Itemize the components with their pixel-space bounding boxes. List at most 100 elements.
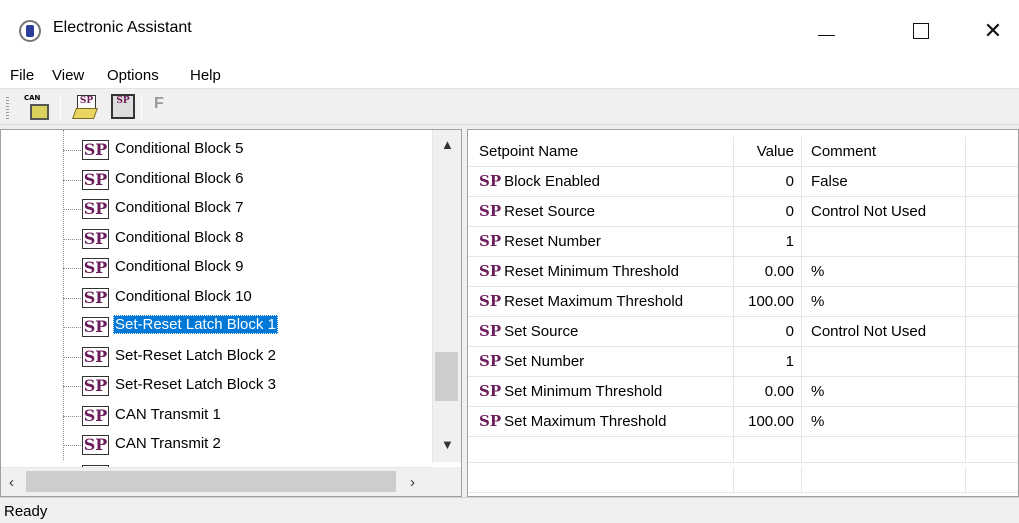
- setpoint-value-cell[interactable]: 0: [734, 317, 802, 347]
- setpoint-tree[interactable]: SP Conditional Block 5 SP Conditional Block…: [0, 129, 462, 497]
- tree-item-label: Set-Reset Latch Block 3: [115, 376, 276, 393]
- menu-bar: File View Options Help: [0, 62, 1019, 89]
- setpoint-value-cell[interactable]: 1: [734, 347, 802, 377]
- setpoint-name-cell: SP Set Number: [468, 347, 734, 377]
- menu-help[interactable]: Help: [190, 67, 221, 84]
- tree-item-label: Conditional Block 5: [115, 140, 244, 157]
- tree-item[interactable]: SP CAN Transmit 1: [63, 402, 413, 430]
- setpoint-row[interactable]: SP Block Enabled 0 False: [468, 167, 1018, 197]
- setpoint-icon: SP: [479, 352, 502, 370]
- setpoint-value-cell[interactable]: 0: [734, 167, 802, 197]
- scroll-down-icon[interactable]: ▼: [441, 437, 454, 452]
- can-connect-icon[interactable]: [24, 94, 49, 120]
- setpoint-row[interactable]: SP Set Number 1: [468, 347, 1018, 377]
- scroll-right-icon[interactable]: ›: [410, 474, 415, 491]
- flash-icon[interactable]: F: [154, 95, 179, 120]
- menu-options[interactable]: Options: [107, 67, 159, 84]
- tree-branch-connector: [63, 327, 81, 328]
- tree-item[interactable]: SP Set-Reset Latch Block 1: [63, 313, 413, 341]
- empty-cell: [468, 437, 734, 463]
- scroll-up-icon[interactable]: ▲: [441, 137, 454, 152]
- value-header[interactable]: Value: [734, 137, 802, 167]
- close-button[interactable]: ✕: [970, 8, 1016, 54]
- setpoint-name: Set Minimum Threshold: [504, 383, 663, 400]
- menu-file[interactable]: File: [10, 67, 34, 84]
- setpoint-icon: SP: [82, 346, 109, 367]
- tree-item-label: CAN Transmit 1: [115, 405, 221, 423]
- empty-cell: [966, 287, 1018, 317]
- empty-cell: [734, 437, 802, 463]
- empty-grid-row: [468, 467, 1018, 496]
- minimize-button[interactable]: [803, 8, 849, 54]
- tree-item[interactable]: SP Set-Reset Latch Block 2: [63, 343, 413, 371]
- setpoint-comment-cell: False: [802, 167, 966, 197]
- toolbar: F: [0, 89, 1019, 125]
- setpoint-icon: SP: [479, 262, 502, 280]
- tree-branch-connector: [63, 238, 81, 240]
- vertical-scroll-thumb[interactable]: [435, 352, 458, 401]
- setpoint-row[interactable]: SP Reset Minimum Threshold 0.00%: [468, 257, 1018, 287]
- setpoint-comment-cell: %: [802, 287, 966, 317]
- tree-item[interactable]: SP Conditional Block 7: [63, 195, 413, 223]
- tree-item[interactable]: SP Conditional Block 6: [63, 166, 413, 194]
- comment-header[interactable]: Comment: [802, 137, 966, 167]
- empty-cell: [966, 377, 1018, 407]
- setpoint-value-cell[interactable]: 100.00: [734, 287, 802, 317]
- setpoint-name-cell: SP Set Source: [468, 317, 734, 347]
- empty-cell: [966, 257, 1018, 287]
- empty-cell: [966, 347, 1018, 377]
- tree-item[interactable]: SP Set-Reset Latch Block 3: [63, 372, 413, 400]
- tree-vertical-scrollbar[interactable]: ▲ ▼: [432, 130, 461, 462]
- menu-view[interactable]: View: [52, 67, 84, 84]
- open-setpoint-icon[interactable]: [73, 94, 98, 119]
- save-setpoint-icon[interactable]: [108, 94, 135, 119]
- setpoint-icon: SP: [82, 140, 109, 160]
- setpoint-value-cell[interactable]: 1: [734, 227, 802, 257]
- setpoint-row[interactable]: SP Reset Source 0 Control Not Used: [468, 197, 1018, 227]
- tree-item-label: CAN Transmit 2: [115, 435, 221, 452]
- setpoint-icon: SP: [479, 292, 502, 310]
- setpoint-name: Set Maximum Threshold: [504, 413, 667, 430]
- empty-cell: [966, 227, 1018, 257]
- setpoint-row[interactable]: SP Reset Maximum Threshold 100.00%: [468, 287, 1018, 317]
- setpoint-comment-cell: [802, 227, 966, 257]
- setpoint-icon: SP: [479, 232, 502, 250]
- tree-item[interactable]: SP CAN Transmit 2: [63, 431, 413, 459]
- tree-item-label: Conditional Block 8: [115, 228, 244, 246]
- setpoint-comment-cell: Control Not Used: [802, 197, 966, 227]
- setpoint-name-cell: SP Set Maximum Threshold: [468, 407, 734, 437]
- grid-header: Setpoint Name Value Comment: [468, 137, 1018, 167]
- window-title: Electronic Assistant: [53, 19, 192, 36]
- scroll-left-icon[interactable]: ‹: [9, 474, 14, 491]
- toolbar-grip[interactable]: [6, 97, 9, 119]
- setpoint-row[interactable]: SP Set Minimum Threshold 0.00%: [468, 377, 1018, 407]
- title-bar: Electronic Assistant ✕: [0, 0, 1019, 62]
- tree-branch-connector: [63, 386, 81, 387]
- setpoint-name-cell: SP Set Minimum Threshold: [468, 377, 734, 407]
- maximize-button[interactable]: [898, 8, 944, 54]
- setpoint-icon: SP: [479, 202, 502, 220]
- tree-item[interactable]: SP Conditional Block 10: [63, 284, 413, 312]
- setpoint-row[interactable]: SP Set Maximum Threshold 100.00%: [468, 407, 1018, 437]
- empty-cell: [734, 467, 802, 493]
- setpoint-grid[interactable]: Setpoint Name Value Comment SP Block Enab…: [467, 129, 1019, 497]
- setpoint-value-cell[interactable]: 0.00: [734, 257, 802, 287]
- tree-branch-connector: [63, 415, 81, 417]
- toolbar-separator: [141, 94, 142, 119]
- tree-item[interactable]: SP Conditional Block 8: [63, 225, 413, 253]
- setpoint-icon: SP: [82, 405, 109, 426]
- tree-item[interactable]: SP Conditional Block 5: [63, 136, 413, 164]
- setpoint-row[interactable]: SP Reset Number 1: [468, 227, 1018, 257]
- setpoint-value-cell[interactable]: 100.00: [734, 407, 802, 437]
- empty-cell: [966, 317, 1018, 347]
- setpoint-name-header[interactable]: Setpoint Name: [468, 137, 734, 167]
- empty-cell: [966, 197, 1018, 227]
- horizontal-scroll-thumb[interactable]: [26, 471, 396, 492]
- setpoint-value-cell[interactable]: 0.00: [734, 377, 802, 407]
- tree-branch-connector: [63, 356, 81, 358]
- setpoint-value-cell[interactable]: 0: [734, 197, 802, 227]
- tree-horizontal-scrollbar[interactable]: ‹ ›: [1, 467, 434, 496]
- setpoint-row[interactable]: SP Set Source 0 Control Not Used: [468, 317, 1018, 347]
- status-bar: Ready: [0, 497, 1019, 523]
- tree-item[interactable]: SP Conditional Block 9: [63, 254, 413, 282]
